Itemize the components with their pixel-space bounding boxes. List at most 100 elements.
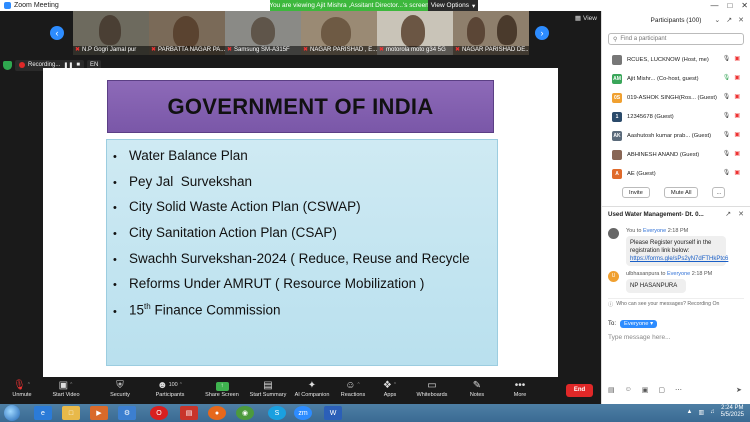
view-options-button[interactable]: View Options ▾ [428,0,478,11]
participant-video [401,15,425,47]
chrome-icon[interactable]: ◉ [236,406,254,420]
media-player-icon[interactable]: ▶ [90,406,108,420]
slide-bullet: • 15th Finance Commission [113,302,497,328]
recipient-select[interactable]: Everyone ▾ [620,320,658,328]
caret-up-icon[interactable]: ⌃ [69,379,73,392]
participant-status: 🎙 ▣ [723,55,740,62]
apps-button[interactable]: ❖ ⌃ Apps [370,379,410,398]
video-off-icon: ▣ [734,75,740,81]
invite-button[interactable]: Invite [622,187,650,198]
participant-name: 019-ASHOK SINGH(Ros... (Guest) [627,94,717,101]
participant-row[interactable]: A AE (Guest) 🎙 ▣ [602,164,750,183]
caret-up-icon[interactable]: ⌃ [393,379,397,392]
more-button[interactable]: ••• More [500,379,540,398]
popout-icon[interactable]: ↗ [725,207,731,223]
more-options-button[interactable]: ... [712,187,726,198]
chevron-down-icon[interactable]: ⌄ [714,11,720,31]
video-thumbnail[interactable]: ✖ N.P Gogri Jamal pur [73,11,149,55]
who-can-see-notice[interactable]: ⓘ Who can see your messages? Recording O… [608,298,744,308]
caret-up-icon[interactable]: ⌃ [179,379,183,392]
format-icon[interactable]: ▤ [608,386,615,394]
mic-icon: 🎙 [722,75,731,81]
more-dots-icon: ••• [514,380,526,391]
video-thumbnail[interactable]: ✖ NAGAR PARISHAD DE... [453,11,529,55]
unmute-button[interactable]: 🎙 ⌃ Unmute [2,379,42,398]
view-options-label: View Options [430,2,469,9]
caret-up-icon[interactable]: ⌃ [357,379,361,392]
screenshot-icon[interactable]: ▢ [658,386,665,394]
share-screen-label: Share Screen [205,392,239,398]
window-controls: — □ ✕ [710,0,748,11]
popout-icon[interactable]: ↗ [726,11,732,31]
chat-message-input[interactable]: Type message here... [608,334,750,341]
minimize-button[interactable]: — [710,0,718,11]
thumbnail-caption: ✖ Samsung SM-A315F [225,46,301,55]
ai-companion-button[interactable]: ✦ AI Companion [292,379,332,398]
video-thumbnail[interactable]: ✖ motorola moto g34 5G [377,11,453,55]
ie-icon[interactable]: e [34,406,52,420]
opera-icon[interactable]: O [150,406,168,420]
thumbnail-name: motorola moto g34 5G [386,47,446,53]
network-icon[interactable]: ▥ [698,409,704,416]
participants-title: Participants (100) [650,17,702,24]
mute-all-button[interactable]: Mute All [663,187,699,198]
apps-label: Apps [383,392,397,398]
whiteboards-button[interactable]: ▭ Whiteboards [412,379,452,398]
share-screen-button[interactable]: ↑ Share Screen [202,379,242,398]
participant-row[interactable]: 0S 019-ASHOK SINGH(Ros... (Guest) 🎙 ▣ [602,88,750,107]
tray-arrow-icon[interactable]: ▲ [687,409,693,415]
send-icon[interactable]: ➤ [736,386,742,394]
firefox-icon[interactable]: ● [208,406,226,420]
start-button[interactable] [4,405,20,421]
participant-status: 🎙 ▣ [723,150,740,157]
video-off-icon: ▣ [734,132,740,138]
participant-status: 🎙 ▣ [723,74,740,81]
video-thumbnail[interactable]: ✖ NAGAR PARISHAD , E... [301,11,377,55]
message-time: 2:18 PM [691,271,713,277]
mic-muted-icon: ✖ [227,47,233,53]
participant-row[interactable]: RCUES, LUCKNOW (Host, me) 🎙 ▣ [602,50,750,69]
folder-icon[interactable]: □ [62,406,80,420]
participant-row[interactable]: 1 12345678 (Guest) 🎙 ▣ [602,107,750,126]
settings-icon[interactable]: ⚙ [118,406,136,420]
message-link[interactable]: https://forms.gle/sPs2yN7dFTHkPtc6 [630,256,728,262]
whiteboard-icon: ▭ [427,380,437,391]
video-thumbnail[interactable]: ✖ Samsung SM-A315F [225,11,301,55]
participant-row[interactable]: ABHINESH ANAND (Guest) 🎙 ▣ [602,145,750,164]
caret-up-icon[interactable]: ⌃ [27,379,31,392]
volume-icon[interactable]: ♫ [710,409,715,415]
word-icon[interactable]: W [324,406,342,420]
zoom-icon[interactable]: zm [294,406,312,420]
participant-search-input[interactable]: ⚲ Find a participant [608,33,744,45]
close-button[interactable]: ✕ [741,0,748,11]
clock[interactable]: 2:24 PM 5/5/2025 [721,405,744,419]
reactions-button[interactable]: ☺ ⌃ Reactions [333,379,373,398]
file-icon[interactable]: ▣ [642,386,649,394]
chat-message: You to Everyone 2:18 PM Please Register … [602,228,750,266]
start-summary-label: Start Summary [249,392,287,398]
view-button[interactable]: ▦ View [575,14,597,23]
maximize-button[interactable]: □ [727,0,732,11]
video-thumbnail[interactable]: ✖ PARBATTA NAGAR PA... [149,11,225,55]
pdf-icon[interactable]: ▤ [180,406,198,420]
participant-name: AE (Guest) [627,170,656,177]
participant-status: 🎙 ▣ [723,93,740,100]
participants-button[interactable]: ☻ 100 ⌃ Participants [150,379,190,398]
skype-icon[interactable]: S [268,406,286,420]
prev-page-button[interactable]: ‹ [50,26,64,40]
security-button[interactable]: ⛨ Security [100,379,140,398]
message-meta: You to Everyone 2:18 PM [626,228,689,234]
chat-message: U ulbhasanpura to Everyone 2:18 PM NP HA… [602,271,750,293]
start-summary-button[interactable]: ▤ Start Summary [248,379,288,398]
next-page-button[interactable]: › [535,26,549,40]
emoji-icon[interactable]: ☺ [625,386,632,394]
shield-icon: ⛨ [116,380,124,391]
close-icon[interactable]: ✕ [738,11,744,31]
participant-row[interactable]: AK Aashutosh kumar prab... (Guest) 🎙 ▣ [602,126,750,145]
notes-button[interactable]: ✎ Notes [457,379,497,398]
close-icon[interactable]: ✕ [738,207,744,223]
start-video-button[interactable]: ▣ ⌃ Start Video [46,379,86,398]
more-dots-icon[interactable]: ⋯ [675,386,682,394]
end-meeting-button[interactable]: End [566,384,593,397]
participant-row[interactable]: AM Ajit Mishr... (Co-host, guest) 🎙 ▣ [602,69,750,88]
